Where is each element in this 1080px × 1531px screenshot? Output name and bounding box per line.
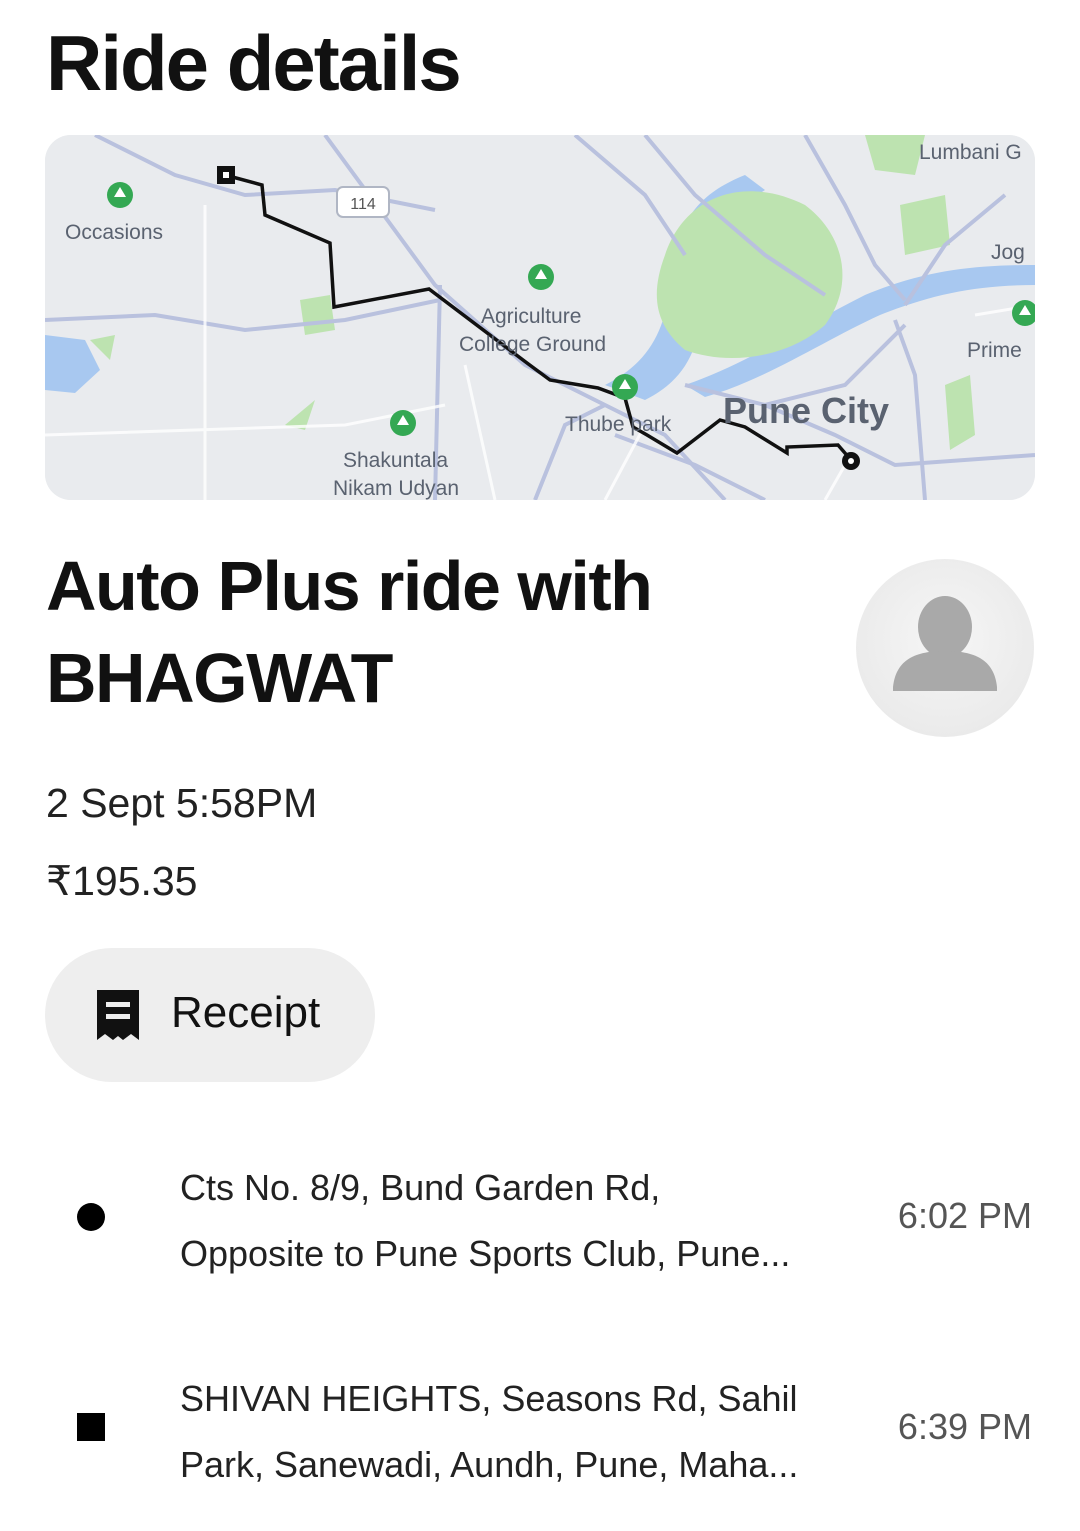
page-title: Ride details: [46, 19, 462, 107]
map-canvas: 114 Occasions Agriculture College Ground…: [45, 135, 1035, 500]
dropoff-stop[interactable]: SHIVAN HEIGHTS, Seasons Rd, Sahil Park, …: [0, 1366, 1080, 1496]
map-label-college-ground: College Ground: [459, 333, 606, 356]
road-shield-label: 114: [350, 196, 376, 213]
driver-name: BHAGWAT: [46, 639, 393, 717]
park-pin-icon: [528, 264, 554, 290]
dropoff-address: SHIVAN HEIGHTS, Seasons Rd, Sahil Park, …: [180, 1366, 860, 1498]
dropoff-time: 6:39 PM: [897, 1406, 1032, 1447]
map-label-lumbani: Lumbani G: [919, 141, 1022, 164]
park-pin-icon: [612, 374, 638, 400]
road-shield: 114: [336, 186, 390, 218]
route-start-inner: [223, 172, 229, 178]
dot-icon: [77, 1203, 105, 1231]
square-icon: [77, 1413, 105, 1441]
pickup-stop[interactable]: Cts No. 8/9, Bund Garden Rd, Opposite to…: [0, 1155, 1080, 1285]
pickup-time: 6:02 PM: [897, 1195, 1032, 1236]
map-label-nikam-udyan: Nikam Udyan: [333, 477, 459, 500]
ride-price: ₹195.35: [46, 858, 198, 904]
park-shape: [300, 295, 335, 335]
route-map[interactable]: 114 Occasions Agriculture College Ground…: [45, 135, 1035, 500]
park-pin-icon: [390, 410, 416, 436]
ride-title: Auto Plus ride with BHAGWAT: [46, 540, 806, 724]
map-label-thube-park: Thube park: [565, 413, 672, 436]
map-label-prime: Prime: [967, 339, 1022, 362]
pickup-address-line1: Cts No. 8/9, Bund Garden Rd,: [180, 1167, 661, 1208]
person-silhouette-icon: [893, 596, 997, 691]
receipt-button[interactable]: Receipt: [45, 948, 375, 1082]
pickup-address: Cts No. 8/9, Bund Garden Rd, Opposite to…: [180, 1155, 860, 1287]
route-end-inner: [848, 458, 854, 464]
ride-date: 2 Sept 5:58PM: [46, 780, 318, 826]
map-label-pune-city: Pune City: [723, 390, 889, 431]
receipt-label: Receipt: [171, 988, 321, 1037]
dropoff-address-line2: Park, Sanewadi, Aundh, Pune, Maha...: [180, 1444, 799, 1485]
map-label-shakuntala: Shakuntala: [343, 449, 448, 472]
park-pin-icon: [107, 182, 133, 208]
dropoff-address-line1: SHIVAN HEIGHTS, Seasons Rd, Sahil: [180, 1378, 798, 1419]
receipt-icon: [97, 990, 139, 1040]
map-label-jog: Jog: [991, 241, 1025, 264]
pickup-address-line2: Opposite to Pune Sports Club, Pune...: [180, 1233, 791, 1274]
map-label-occasions: Occasions: [65, 221, 163, 244]
ride-title-line1: Auto Plus ride with: [46, 547, 653, 625]
driver-avatar[interactable]: [856, 559, 1034, 737]
map-label-agriculture: Agriculture: [481, 305, 581, 328]
